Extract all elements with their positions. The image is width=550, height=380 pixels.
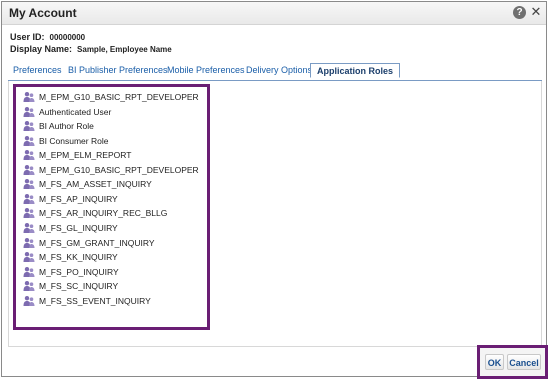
- role-name: M_FS_AM_ASSET_INQUIRY: [39, 179, 152, 190]
- user-group-icon: [23, 121, 35, 132]
- user-group-icon: [23, 92, 35, 102]
- tab-mobile-preferences[interactable]: Mobile Preferences: [167, 65, 245, 75]
- display-name-value: Sample, Employee Name: [77, 45, 172, 54]
- ok-button[interactable]: OK: [485, 354, 504, 370]
- user-id-row: User ID: 00000000: [10, 32, 85, 42]
- role-name: M_EPM_G10_BASIC_RPT_DEVELOPER: [39, 92, 199, 102]
- user-group-icon: [23, 179, 35, 190]
- user-group-icon: [23, 281, 35, 292]
- display-name-row: Display Name: Sample, Employee Name: [10, 44, 172, 54]
- user-group-icon: [23, 295, 35, 306]
- user-group-icon: [23, 237, 35, 248]
- roles-list: M_EPM_G10_BASIC_RPT_DEVELOPER Authenticat…: [13, 84, 210, 330]
- dialog-titlebar: My Account ? ✕: [2, 2, 546, 25]
- role-name: BI Author Role: [39, 121, 94, 132]
- cancel-button[interactable]: Cancel: [507, 354, 541, 370]
- close-icon[interactable]: ✕: [530, 4, 542, 20]
- role-name: BI Consumer Role: [39, 135, 109, 146]
- user-group-icon: [23, 252, 35, 263]
- user-group-icon: [23, 150, 35, 161]
- user-group-icon: [23, 193, 35, 204]
- tab-bi-publisher-preferences[interactable]: BI Publisher Preferences: [68, 65, 168, 75]
- role-name: M_FS_KK_INQUIRY: [39, 252, 118, 263]
- tab-preferences[interactable]: Preferences: [13, 65, 62, 75]
- user-group-icon: [23, 164, 35, 175]
- my-account-dialog: My Account ? ✕ User ID: 00000000 Display …: [1, 1, 548, 379]
- role-name: M_FS_AP_INQUIRY: [39, 193, 118, 204]
- help-icon[interactable]: ?: [513, 6, 526, 19]
- user-id-value: 00000000: [49, 33, 86, 42]
- user-group-icon: [23, 106, 35, 117]
- user-group-icon: [23, 222, 35, 233]
- tab-delivery-options[interactable]: Delivery Options: [246, 65, 312, 75]
- user-group-icon: [23, 208, 35, 219]
- dialog-title: My Account: [9, 6, 77, 20]
- user-group-icon: [23, 266, 35, 277]
- user-id-label: User ID:: [10, 32, 45, 42]
- role-name: Authenticated User: [39, 106, 112, 117]
- role-name: M_FS_PO_INQUIRY: [39, 266, 119, 277]
- role-name: M_FS_SS_EVENT_INQUIRY: [39, 295, 151, 306]
- role-name: M_EPM_ELM_REPORT: [39, 150, 132, 161]
- role-name: M_FS_GM_GRANT_INQUIRY: [39, 237, 155, 248]
- role-name: M_FS_AR_INQUIRY_REC_BLLG: [39, 208, 168, 219]
- role-name: M_FS_SC_INQUIRY: [39, 281, 119, 292]
- tab-bar: Preferences BI Publisher Preferences Mob…: [8, 63, 542, 81]
- role-name: M_FS_GL_INQUIRY: [39, 222, 118, 233]
- dialog-buttons: OK Cancel: [477, 345, 548, 379]
- role-name: M_EPM_G10_BASIC_RPT_DEVELOPER: [39, 164, 199, 175]
- tab-application-roles[interactable]: Application Roles: [310, 63, 401, 78]
- display-name-label: Display Name:: [10, 44, 73, 54]
- user-group-icon: [23, 135, 35, 146]
